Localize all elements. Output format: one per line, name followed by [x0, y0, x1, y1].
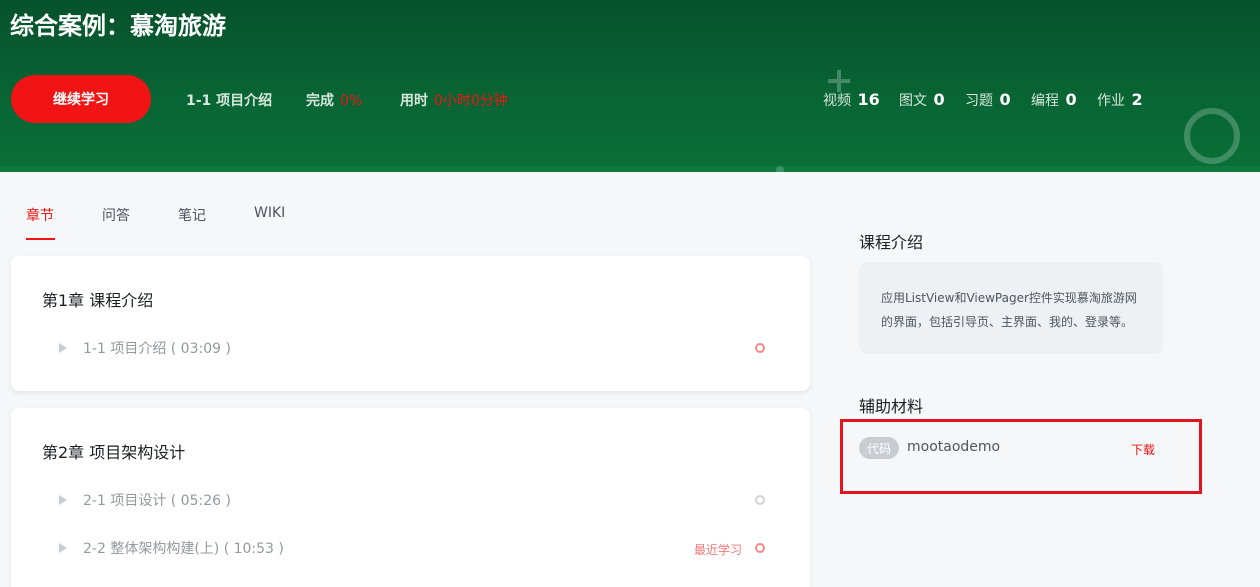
count-homework: 作业 2: [1097, 90, 1143, 110]
progress-circle-icon: [755, 543, 765, 553]
chapter-card: 第1章 课程介绍 1-1 项目介绍 ( 03:09 ): [11, 256, 810, 391]
count-exercise: 习题 0: [965, 90, 1011, 110]
progress-stat: 完成 0%: [306, 90, 362, 110]
course-banner: 综合案例：慕淘旅游 继续学习 1-1 项目介绍 完成 0% 用时 0小时0分钟 视频…: [0, 0, 1260, 172]
time-stat: 用时 0小时0分钟: [400, 90, 508, 110]
lesson-item[interactable]: 2-1 项目设计 ( 05:26 ): [59, 490, 779, 514]
count-label: 习题: [965, 93, 993, 109]
recent-study-badge: 最近学习: [694, 543, 743, 557]
highlight-annotation-box: [840, 419, 1202, 494]
play-icon: [59, 495, 67, 505]
play-icon: [59, 343, 67, 353]
course-intro-heading: 课程介绍: [859, 233, 924, 252]
banner-bottom-band: [0, 166, 1260, 172]
progress-value: 0%: [340, 93, 363, 109]
chapter-title: 第1章 课程介绍: [42, 291, 154, 310]
time-value: 0小时0分钟: [434, 93, 508, 109]
progress-circle-icon: [755, 495, 765, 505]
tab-wiki[interactable]: WIKI: [254, 205, 285, 221]
lesson-title: 1-1 项目介绍 ( 03:09 ): [83, 341, 231, 357]
tab-chapters[interactable]: 章节: [26, 205, 54, 225]
intro-text-line: 的界面，包括引导页、主界面、我的、登录等。: [881, 315, 1134, 329]
count-value: 2: [1131, 90, 1143, 109]
continue-learning-button[interactable]: 继续学习: [11, 75, 151, 123]
count-value: 0: [933, 90, 945, 109]
plus-decoration-icon: [828, 70, 850, 92]
count-label: 视频: [823, 93, 851, 109]
count-article: 图文 0: [899, 90, 945, 110]
count-programming: 编程 0: [1031, 90, 1077, 110]
chapter-card: 第2章 项目架构设计 2-1 项目设计 ( 05:26 ) 2-2 整体架构构建…: [11, 408, 810, 587]
lesson-title: 2-1 项目设计 ( 05:26 ): [83, 493, 231, 509]
count-label: 编程: [1031, 93, 1059, 109]
count-label: 图文: [899, 93, 927, 109]
tab-notes[interactable]: 笔记: [178, 205, 206, 225]
materials-heading: 辅助材料: [859, 397, 924, 416]
chapter-title: 第2章 项目架构设计: [42, 443, 186, 462]
course-intro-box: 应用ListView和ViewPager控件实现慕淘旅游网 的界面，包括引导页、…: [859, 262, 1163, 354]
ring-decoration-icon: [1184, 108, 1240, 164]
count-value: 0: [1065, 90, 1077, 109]
count-video: 视频 16: [823, 90, 880, 110]
play-icon: [59, 543, 67, 553]
current-lesson[interactable]: 1-1 项目介绍: [186, 90, 272, 110]
intro-text-line: 应用ListView和ViewPager控件实现慕淘旅游网: [881, 291, 1137, 305]
count-label: 作业: [1097, 93, 1125, 109]
count-value: 16: [857, 90, 880, 109]
count-value: 0: [999, 90, 1011, 109]
time-label: 用时: [400, 93, 428, 109]
active-tab-indicator: [26, 238, 55, 240]
progress-label: 完成: [306, 93, 334, 109]
course-title: 综合案例：慕淘旅游: [10, 12, 226, 40]
lesson-item[interactable]: 2-2 整体架构构建(上) ( 10:53 ) 最近学习: [59, 538, 779, 562]
lesson-item[interactable]: 1-1 项目介绍 ( 03:09 ): [59, 338, 779, 362]
progress-circle-icon: [755, 343, 765, 353]
tab-qa[interactable]: 问答: [102, 205, 130, 225]
lesson-title: 2-2 整体架构构建(上) ( 10:53 ): [83, 541, 284, 557]
